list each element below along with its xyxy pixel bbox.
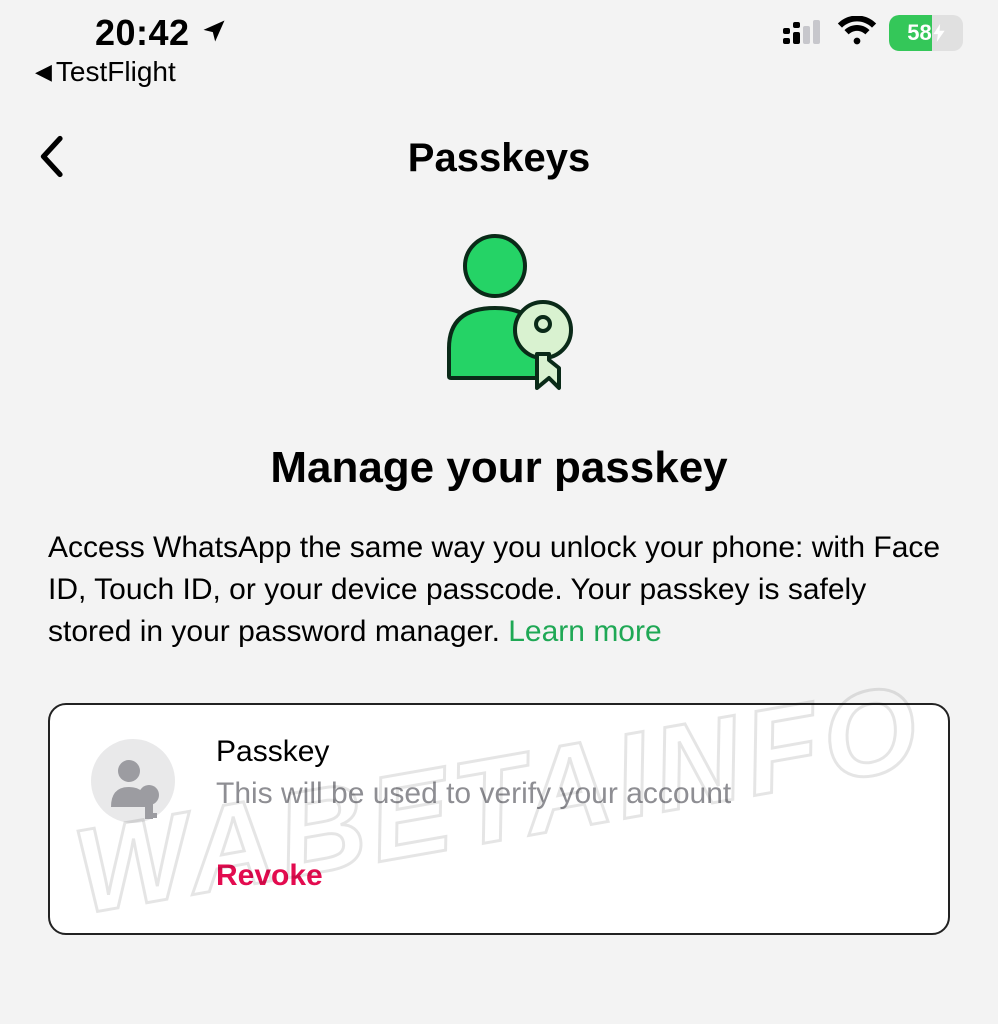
description-body: Access WhatsApp the same way you unlock …	[48, 531, 940, 648]
passkey-card-title: Passkey	[216, 735, 920, 769]
chevron-left-icon	[38, 136, 64, 178]
status-bar: 20:42	[0, 0, 998, 88]
breadcrumb-caret-icon: ◀	[35, 59, 52, 85]
battery-text: 58	[889, 15, 963, 51]
battery-icon: 58	[889, 15, 963, 51]
learn-more-link[interactable]: Learn more	[508, 615, 661, 648]
back-button[interactable]	[30, 128, 72, 189]
cellular-icon	[781, 16, 825, 51]
status-top-row: 20:42	[35, 12, 963, 54]
description-text: Access WhatsApp the same way you unlock …	[0, 527, 998, 653]
battery-percent: 58	[907, 20, 931, 46]
main-heading: Manage your passkey	[0, 443, 998, 493]
passkey-card: Passkey This will be used to verify your…	[48, 703, 950, 935]
nav-header: Passkeys	[0, 118, 998, 198]
passkey-hero-icon	[0, 228, 998, 393]
page-title: Passkeys	[408, 136, 590, 181]
breadcrumb[interactable]: ◀ TestFlight	[35, 56, 963, 88]
status-right: 58	[781, 15, 963, 51]
passkey-card-subtitle: This will be used to verify your account	[216, 777, 920, 811]
status-time: 20:42	[95, 12, 190, 54]
location-icon	[200, 12, 228, 54]
revoke-button[interactable]: Revoke	[216, 859, 323, 893]
wifi-icon	[837, 16, 877, 51]
status-time-wrap: 20:42	[95, 12, 228, 54]
breadcrumb-label: TestFlight	[56, 56, 176, 88]
passkey-card-body: Passkey This will be used to verify your…	[216, 735, 920, 893]
passkey-card-icon	[78, 735, 188, 893]
charging-icon	[933, 24, 945, 42]
